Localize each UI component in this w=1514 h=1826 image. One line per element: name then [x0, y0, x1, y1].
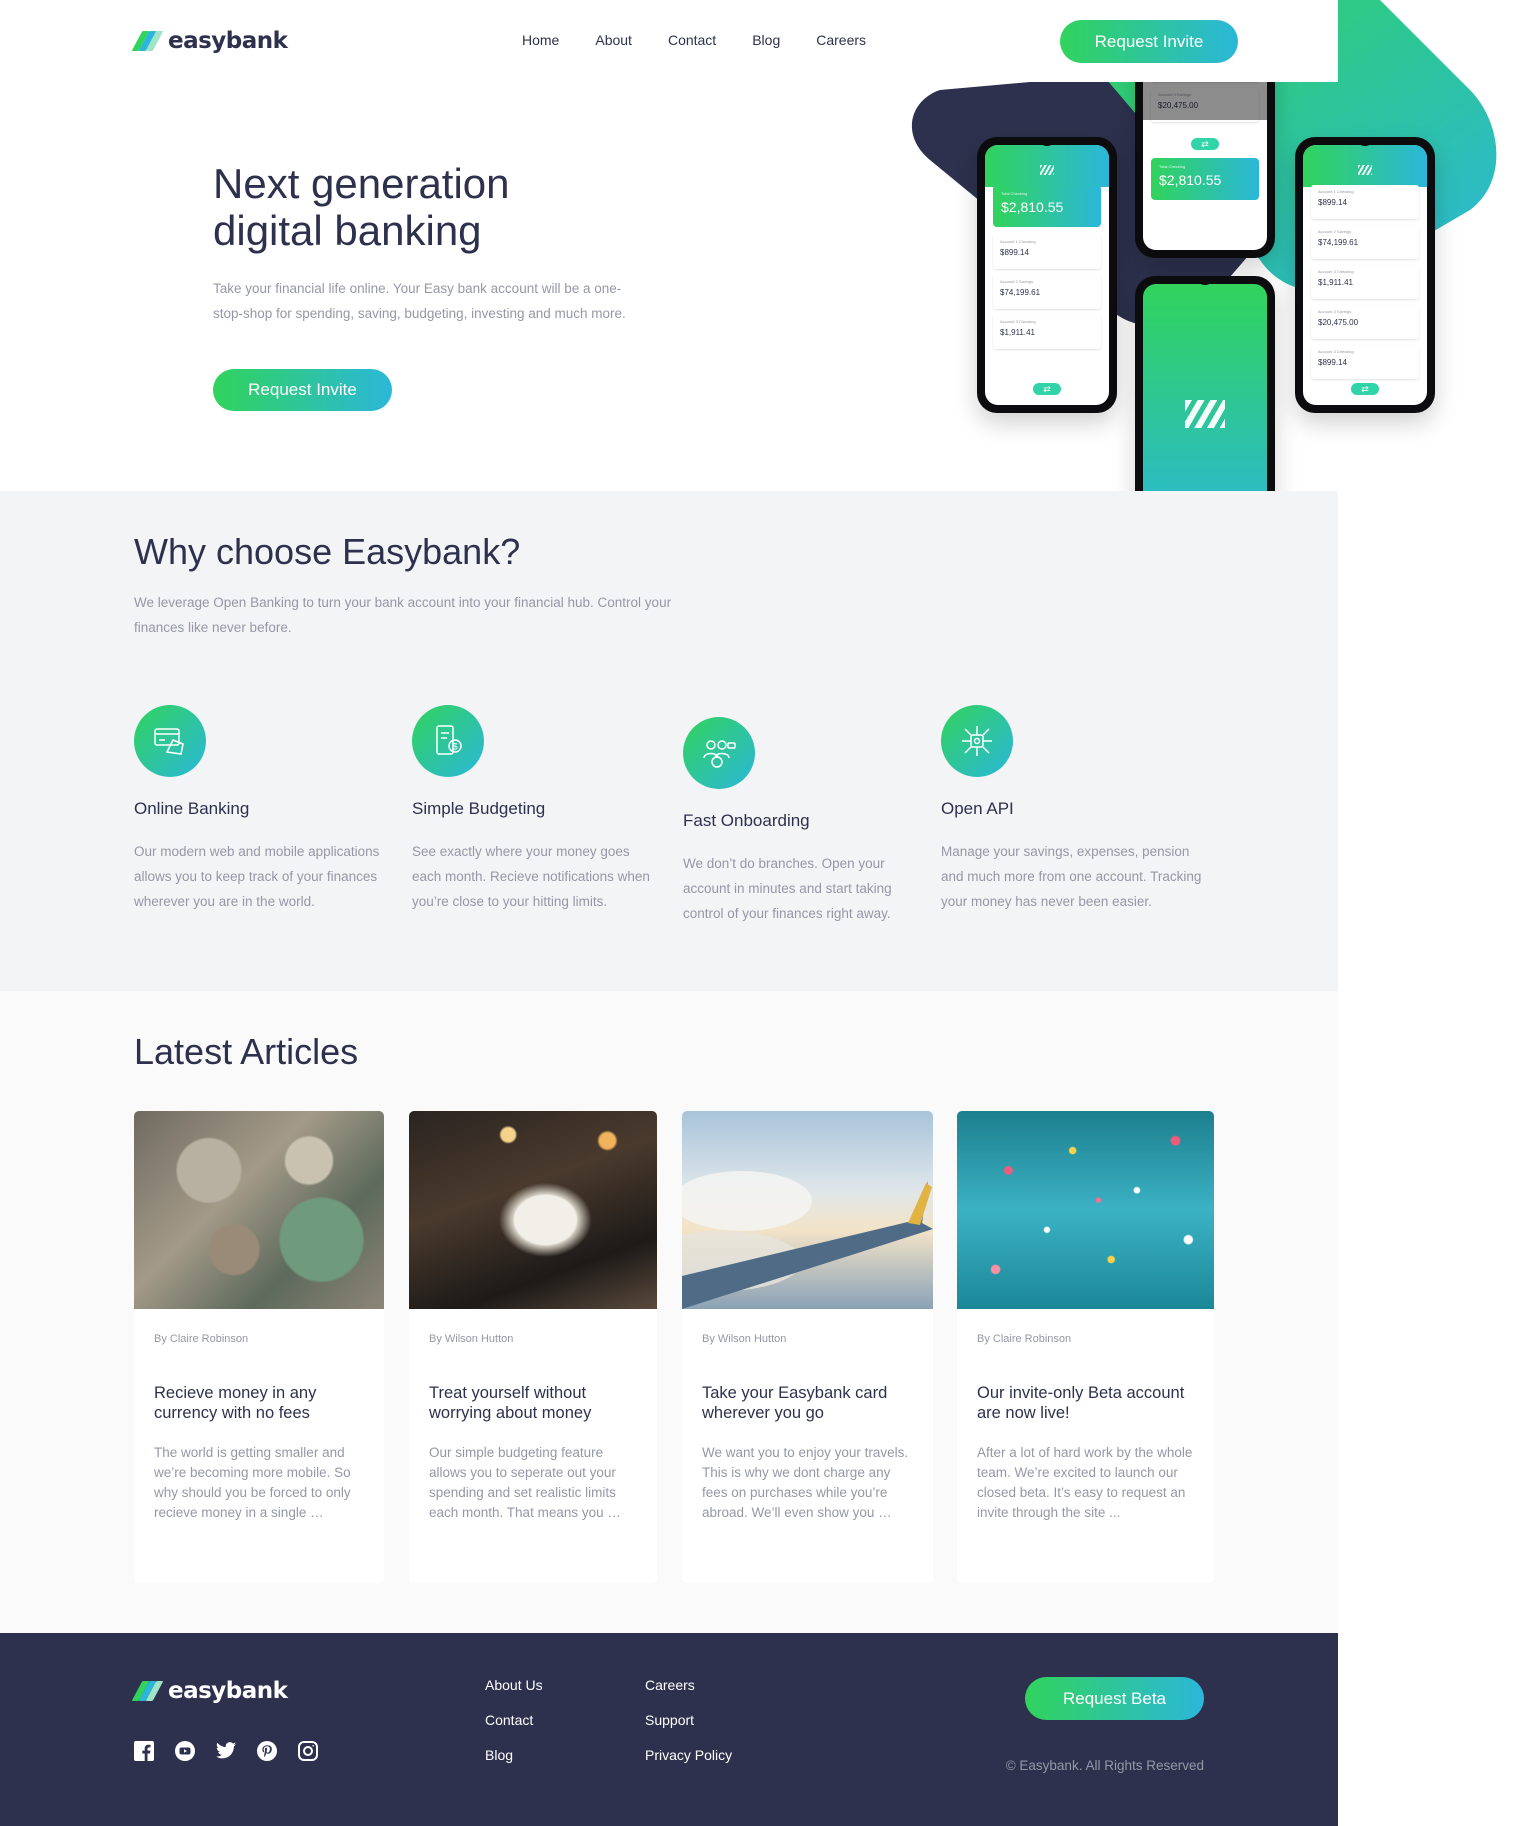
feature-title: Simple Budgeting — [412, 799, 546, 818]
nav-home[interactable]: Home — [522, 32, 559, 48]
article-card[interactable]: By Wilson Hutton Treat yourself without … — [409, 1111, 657, 1583]
feature-simple-budgeting: $ Simple Budgeting See exactly where you… — [412, 705, 652, 914]
feature-text: Manage your savings, expenses, pension a… — [941, 844, 1202, 909]
brand-name: easybank — [168, 1678, 288, 1704]
article-title[interactable]: Our invite-only Beta account are now liv… — [977, 1383, 1194, 1423]
footer-brand-logo[interactable]: easybank — [131, 1678, 288, 1704]
hero-title-line2: digital banking — [213, 207, 482, 254]
brand-name: easybank — [168, 28, 288, 54]
article-title[interactable]: Recieve money in any currency with no fe… — [154, 1383, 364, 1423]
article-author: By Wilson Hutton — [702, 1333, 787, 1345]
footer-link-careers[interactable]: Careers — [645, 1677, 732, 1693]
nav-careers[interactable]: Careers — [816, 32, 866, 48]
article-card[interactable]: By Claire Robinson Recieve money in any … — [134, 1111, 384, 1583]
logo-mark-icon — [131, 31, 164, 51]
hero-title-line1: Next generation — [213, 160, 510, 207]
article-excerpt: We want you to enjoy your travels. This … — [702, 1445, 909, 1520]
article-card[interactable]: By Claire Robinson Our invite-only Beta … — [957, 1111, 1214, 1583]
feature-title: Fast Onboarding — [683, 811, 810, 830]
footer-links-col2: Careers Support Privacy Policy — [645, 1677, 732, 1782]
footer-link-blog[interactable]: Blog — [485, 1747, 543, 1763]
pinterest-icon[interactable] — [257, 1741, 277, 1761]
main-nav: Home About Contact Blog Careers — [522, 32, 902, 48]
article-image-restaurant — [409, 1111, 657, 1309]
hero-background-shape — [911, 0, 1497, 327]
article-card[interactable]: By Wilson Hutton Take your Easybank card… — [682, 1111, 933, 1583]
articles-title: Latest Articles — [134, 1031, 359, 1072]
latest-articles-section: Latest Articles By Claire Robinson Recie… — [0, 991, 1338, 1633]
why-description: We leverage Open Banking to turn your ba… — [134, 595, 672, 635]
hero-title: Next generation digital banking — [213, 160, 510, 254]
twitter-icon[interactable] — [216, 1741, 236, 1761]
feature-title: Open API — [941, 799, 1014, 818]
copyright: © Easybank. All Rights Reserved — [1005, 1758, 1204, 1773]
feature-text: Our modern web and mobile applications a… — [134, 844, 380, 909]
feature-online-banking: Online Banking Our modern web and mobile… — [134, 705, 394, 914]
article-author: By Claire Robinson — [154, 1333, 249, 1345]
instagram-icon[interactable] — [298, 1741, 318, 1761]
social-links — [134, 1741, 318, 1761]
feature-text: See exactly where your money goes each m… — [412, 844, 650, 909]
hero-request-invite-button[interactable]: Request Invite — [213, 369, 392, 411]
hero-description: Take your financial life online. Your Ea… — [213, 281, 626, 321]
feature-title: Online Banking — [134, 799, 250, 818]
onboarding-icon — [683, 717, 755, 789]
why-choose-section: Why choose Easybank? We leverage Open Ba… — [0, 491, 1338, 991]
feature-fast-onboarding: Fast Onboarding We don’t do branches. Op… — [683, 717, 923, 926]
footer-link-contact[interactable]: Contact — [485, 1712, 543, 1728]
svg-text:$: $ — [453, 742, 458, 752]
api-icon — [941, 705, 1013, 777]
footer-links-col1: About Us Contact Blog — [485, 1677, 543, 1782]
article-author: By Wilson Hutton — [429, 1333, 514, 1345]
article-excerpt: The world is getting smaller and we’re b… — [154, 1445, 351, 1520]
article-title[interactable]: Take your Easybank card wherever you go — [702, 1383, 913, 1423]
youtube-icon[interactable] — [175, 1741, 195, 1761]
article-image-confetti — [957, 1111, 1214, 1309]
feature-open-api: Open API Manage your savings, expenses, … — [941, 705, 1211, 914]
footer-link-about-us[interactable]: About Us — [485, 1677, 543, 1693]
article-author: By Claire Robinson — [977, 1333, 1072, 1345]
request-invite-button[interactable]: Request Invite — [1060, 20, 1238, 63]
nav-contact[interactable]: Contact — [668, 32, 716, 48]
article-excerpt: After a lot of hard work by the whole te… — [977, 1445, 1193, 1520]
nav-blog[interactable]: Blog — [752, 32, 780, 48]
online-banking-icon — [134, 705, 206, 777]
why-title: Why choose Easybank? — [134, 531, 521, 572]
footer-link-privacy-policy[interactable]: Privacy Policy — [645, 1747, 732, 1763]
article-image-airplane — [682, 1111, 933, 1309]
brand-logo[interactable]: easybank — [131, 28, 288, 54]
footer-request-invite-button[interactable]: Request Beta — [1025, 1677, 1204, 1720]
feature-text: We don’t do branches. Open your account … — [683, 856, 892, 921]
footer-link-support[interactable]: Support — [645, 1712, 732, 1728]
facebook-icon[interactable] — [134, 1741, 154, 1761]
budgeting-icon: $ — [412, 705, 484, 777]
article-title[interactable]: Treat yourself without worrying about mo… — [429, 1383, 637, 1423]
site-header: easybank Home About Contact Blog Careers… — [0, 0, 1338, 82]
site-footer: easybank About Us Contact Blog Careers S… — [0, 1633, 1338, 1826]
logo-mark-icon — [131, 1681, 164, 1701]
article-excerpt: Our simple budgeting feature allows you … — [429, 1445, 621, 1520]
article-image-currency — [134, 1111, 384, 1309]
nav-about[interactable]: About — [595, 32, 632, 48]
